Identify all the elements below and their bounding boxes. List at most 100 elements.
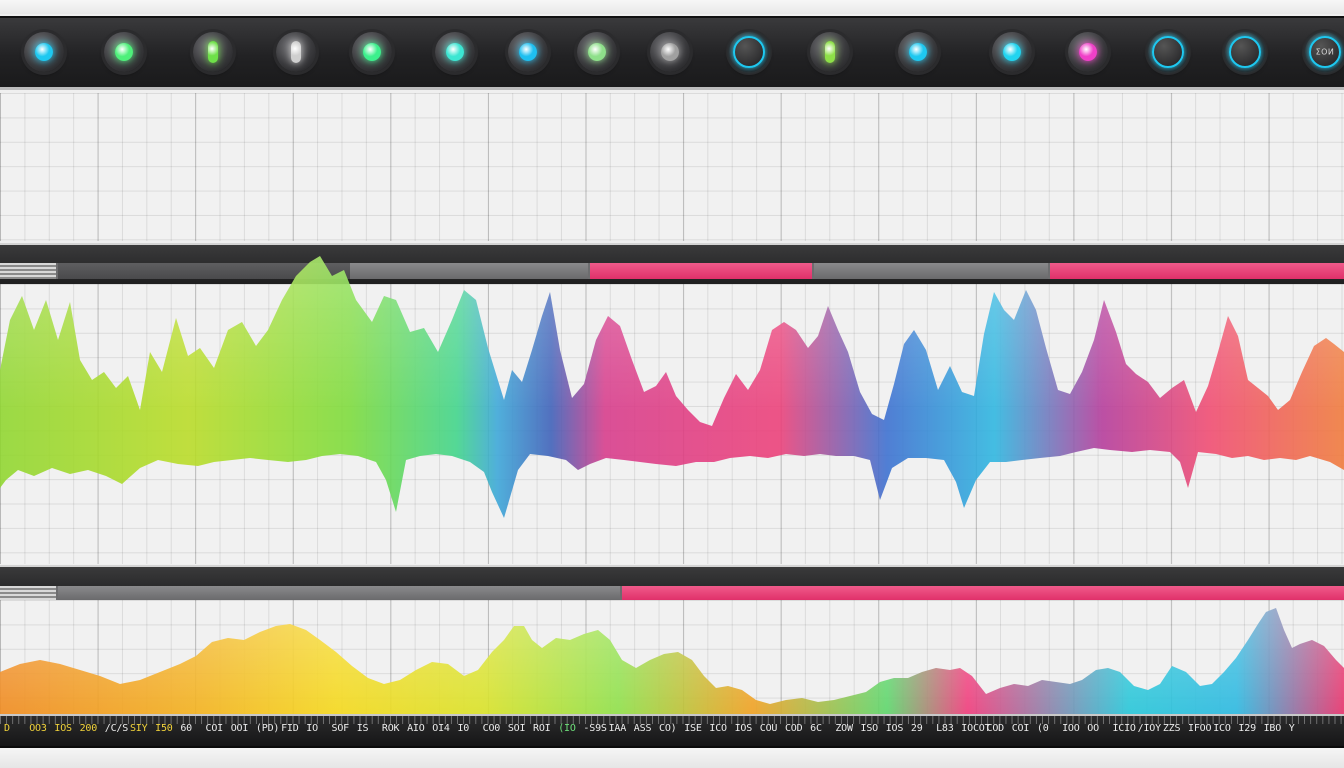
knob-led-icon [208, 41, 218, 63]
timeline-label: (IO [558, 723, 576, 734]
knob-1-icon[interactable] [24, 32, 64, 72]
knob-bar: ΣOИ [0, 16, 1344, 90]
top-bezel [0, 0, 1344, 14]
knob-5-icon[interactable] [352, 32, 392, 72]
knob-15-icon[interactable] [1148, 32, 1188, 72]
timeline-label: 29 [910, 723, 923, 734]
timeline-label: OO [1087, 723, 1099, 734]
timeline-label: ICIO [1112, 723, 1136, 734]
knob-2-icon[interactable] [104, 32, 144, 72]
timeline-label: 6C [810, 723, 822, 734]
timeline-label: OOI [230, 723, 249, 734]
waveform-track-header[interactable] [0, 243, 1344, 285]
timeline-label: 200 [79, 723, 98, 734]
timeline-label: Y [1288, 723, 1295, 734]
timeline-label: I0 [457, 723, 470, 734]
spectrum-grid[interactable] [0, 600, 1344, 715]
timeline-label: (PD) [255, 723, 280, 734]
knob-led-icon [588, 43, 606, 61]
knob-8-icon[interactable] [577, 32, 617, 72]
timeline-label: IOS [54, 723, 72, 734]
timeline-label: AIO [407, 723, 425, 734]
knob-7-icon[interactable] [508, 32, 548, 72]
timeline-label: (0 [1036, 723, 1049, 734]
knob-led-icon [661, 43, 679, 61]
timeline-label: SIY [129, 723, 148, 734]
knob-led-icon [446, 43, 464, 61]
knob-17-icon[interactable]: ΣOИ [1305, 32, 1344, 72]
lane-grip-icon[interactable] [0, 586, 56, 600]
timeline-label: IO [306, 723, 318, 734]
knob-led-icon [1003, 43, 1021, 61]
region-segment-selected[interactable] [590, 263, 812, 279]
bottom-bezel [0, 748, 1344, 768]
timeline-label: SOI [507, 723, 526, 734]
timeline-label: FID [281, 723, 299, 734]
region-segment[interactable] [58, 586, 620, 600]
timeline-label: 60 [180, 723, 192, 734]
timeline-label: OI4 [432, 723, 450, 734]
waveform-grid[interactable] [0, 284, 1344, 564]
timeline-label: COI [1011, 723, 1030, 734]
region-segment[interactable] [814, 263, 1048, 279]
knob-3-icon[interactable] [193, 32, 233, 72]
timeline-label: I50 [155, 723, 173, 734]
knob-12-icon[interactable] [898, 32, 938, 72]
timeline-label: CO) [659, 723, 677, 734]
knob-led-icon [825, 41, 835, 63]
knob-9-icon[interactable] [650, 32, 690, 72]
timeline-label: I29 [1238, 723, 1256, 734]
timeline-label: /C/S [104, 723, 129, 734]
timeline-label: OO3 [29, 723, 47, 734]
knob-led-icon [115, 43, 133, 61]
overview-grid [0, 93, 1344, 241]
track-lane[interactable] [0, 586, 1344, 600]
timeline-label: ROK [381, 723, 400, 734]
knob-led-icon [363, 43, 381, 61]
lane-grip-icon[interactable] [0, 263, 56, 279]
knob-11-icon[interactable] [810, 32, 850, 72]
knob-16-icon[interactable] [1225, 32, 1265, 72]
knob-14-icon[interactable] [1068, 32, 1108, 72]
timeline-label: ASS [633, 723, 652, 734]
region-segment-selected[interactable] [622, 586, 1344, 600]
timeline-label: ICO [709, 723, 727, 734]
knob-led-icon [909, 43, 927, 61]
knob-6-icon[interactable] [435, 32, 475, 72]
knob-led-icon [1079, 43, 1097, 61]
timeline-label: COD [986, 723, 1005, 734]
knob-13-icon[interactable] [992, 32, 1032, 72]
spectrum-track-header[interactable] [0, 565, 1344, 603]
timeline-label: IFOO [1188, 723, 1212, 734]
knob-led-icon [291, 41, 301, 63]
timeline-label: ZZS [1162, 723, 1181, 734]
timeline-label: /IOY [1137, 723, 1161, 734]
knob-led-icon [1152, 36, 1184, 68]
knob-10-icon[interactable] [729, 32, 769, 72]
knob-led-icon [733, 36, 765, 68]
timeline-label: ROI [533, 723, 551, 734]
track-lane[interactable] [0, 263, 1344, 279]
timeline-label: D [4, 723, 10, 734]
timeline-label: SOF [331, 723, 350, 734]
knob-label: ΣOИ [1315, 47, 1335, 57]
timeline-ruler[interactable]: D OO3 IOS 200/C/S SIY I50 60 COI OOI (PD) FID IO SOF… [0, 714, 1344, 748]
knob-led-icon [519, 43, 537, 61]
timeline-label: ISO [860, 723, 879, 734]
region-segment-selected[interactable] [1050, 263, 1344, 279]
knob-4-icon[interactable] [276, 32, 316, 72]
timeline-label: CO0 [482, 723, 501, 734]
timeline-label: IBO [1263, 723, 1282, 734]
region-segment[interactable] [350, 263, 588, 279]
timeline-label: COD [784, 723, 803, 734]
region-segment[interactable] [58, 263, 350, 279]
timeline-label: ISE [684, 723, 702, 734]
timeline-label: IOS [734, 723, 753, 734]
timeline-label: IOO [1062, 723, 1080, 734]
timeline-label: COI [205, 723, 224, 734]
timeline-label: ZOW [835, 723, 853, 734]
timeline-label: IAA [608, 723, 627, 734]
timeline-label: L83 [936, 723, 954, 734]
timeline-label: IOS [885, 723, 904, 734]
timeline-label: COU [759, 723, 778, 734]
